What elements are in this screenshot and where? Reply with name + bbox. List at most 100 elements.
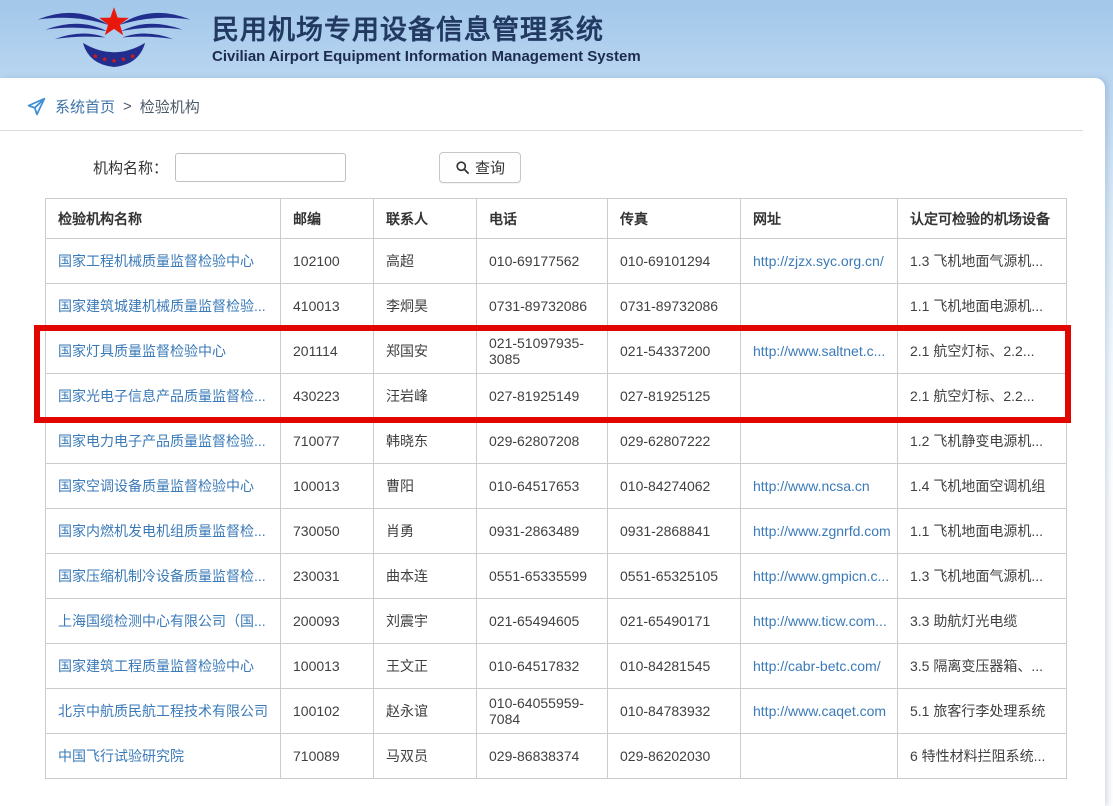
website-link — [741, 419, 898, 464]
fax-cell: 0731-89732086 — [608, 284, 741, 329]
phone-cell: 010-64055959-7084 — [477, 689, 608, 734]
table-row: 国家光电子信息产品质量监督检...430223汪岩峰027-8192514902… — [46, 374, 1067, 419]
agency-name-link-cell: 国家灯具质量监督检验中心 — [46, 329, 281, 374]
agency-name-link[interactable]: 上海国缆检测中心有限公司（国... — [58, 613, 266, 629]
contact-cell: 韩晓东 — [374, 419, 477, 464]
phone-cell: 0931-2863489 — [477, 509, 608, 554]
website-link[interactable]: http://www.ticw.com... — [753, 613, 887, 629]
table-row: 国家建筑工程质量监督检验中心100013王文正010-64517832010-8… — [46, 644, 1067, 689]
equipment-cell: 3.3 助航灯光电缆 — [898, 599, 1067, 644]
contact-cell: 李炯昊 — [374, 284, 477, 329]
agency-name-link-cell: 国家空调设备质量监督检验中心 — [46, 464, 281, 509]
column-header: 检验机构名称 — [46, 199, 281, 239]
query-button-label: 查询 — [475, 157, 505, 178]
agency-name-link[interactable]: 国家电力电子产品质量监督检验... — [58, 433, 266, 449]
table-row: 中国飞行试验研究院710089马双员029-86838374029-862020… — [46, 734, 1067, 779]
search-bar: 机构名称： 查询 — [0, 152, 1105, 183]
contact-cell: 肖勇 — [374, 509, 477, 554]
contact-cell: 郑国安 — [374, 329, 477, 374]
agency-name-link[interactable]: 国家空调设备质量监督检验中心 — [58, 478, 254, 494]
page: ★★★ ★★ 民用机场专用设备信息管理系统 Civilian Airport E… — [0, 0, 1113, 806]
fax-cell: 027-81925125 — [608, 374, 741, 419]
caac-wings-star-logo-icon: ★★★ ★★ — [26, 4, 202, 74]
table-row: 国家压缩机制冷设备质量监督检...230031曲本连0551-653355990… — [46, 554, 1067, 599]
website-link — [741, 284, 898, 329]
agency-name-link[interactable]: 中国飞行试验研究院 — [58, 748, 184, 764]
zip-cell: 100013 — [281, 644, 374, 689]
zip-cell: 230031 — [281, 554, 374, 599]
equipment-cell: 3.5 隔离变压器箱、... — [898, 644, 1067, 689]
agency-name-link[interactable]: 国家压缩机制冷设备质量监督检... — [58, 568, 266, 584]
column-header: 网址 — [741, 199, 898, 239]
website-link[interactable]: http://www.caqet.com — [753, 703, 886, 719]
phone-cell: 010-69177562 — [477, 239, 608, 284]
breadcrumb-current: 检验机构 — [140, 96, 200, 117]
agency-name-link[interactable]: 北京中航质民航工程技术有限公司 — [58, 703, 268, 719]
equipment-cell: 5.1 旅客行李处理系统 — [898, 689, 1067, 734]
table-row: 国家内燃机发电机组质量监督检...730050肖勇0931-2863489093… — [46, 509, 1067, 554]
website-link[interactable]: http://www.saltnet.c... — [753, 343, 885, 359]
agency-name-link[interactable]: 国家灯具质量监督检验中心 — [58, 343, 226, 359]
equipment-cell: 1.1 飞机地面电源机... — [898, 509, 1067, 554]
svg-text:★: ★ — [130, 52, 136, 60]
breadcrumb-divider — [0, 130, 1083, 131]
contact-cell: 马双员 — [374, 734, 477, 779]
zip-cell: 710077 — [281, 419, 374, 464]
equipment-cell: 1.3 飞机地面气源机... — [898, 554, 1067, 599]
website-link-cell: http://www.saltnet.c... — [741, 329, 898, 374]
query-button[interactable]: 查询 — [439, 152, 521, 183]
website-link[interactable]: http://zjzx.syc.org.cn/ — [753, 253, 884, 269]
zip-cell: 100102 — [281, 689, 374, 734]
equipment-cell: 6 特性材料拦阻系统... — [898, 734, 1067, 779]
equipment-cell: 1.2 飞机静变电源机... — [898, 419, 1067, 464]
phone-cell: 010-64517832 — [477, 644, 608, 689]
phone-cell: 029-86838374 — [477, 734, 608, 779]
website-link-cell: http://www.caqet.com — [741, 689, 898, 734]
agency-name-link[interactable]: 国家光电子信息产品质量监督检... — [58, 388, 266, 404]
phone-cell: 0731-89732086 — [477, 284, 608, 329]
website-link-cell: http://zjzx.syc.org.cn/ — [741, 239, 898, 284]
website-link-cell: http://www.zgnrfd.com — [741, 509, 898, 554]
contact-cell: 曹阳 — [374, 464, 477, 509]
column-header: 传真 — [608, 199, 741, 239]
fax-cell: 010-84783932 — [608, 689, 741, 734]
table-header-row: 检验机构名称邮编联系人电话传真网址认定可检验的机场设备 — [46, 199, 1067, 239]
svg-text:★: ★ — [102, 56, 108, 64]
agency-name-link-cell: 北京中航质民航工程技术有限公司 — [46, 689, 281, 734]
equipment-cell: 1.1 飞机地面电源机... — [898, 284, 1067, 329]
website-link[interactable]: http://www.zgnrfd.com — [753, 523, 891, 539]
website-link-cell: http://www.gmpicn.c... — [741, 554, 898, 599]
table-row: 国家空调设备质量监督检验中心100013曹阳010-64517653010-84… — [46, 464, 1067, 509]
table-row: 国家灯具质量监督检验中心201114郑国安021-51097935-308502… — [46, 329, 1067, 374]
zip-cell: 710089 — [281, 734, 374, 779]
equipment-cell: 1.3 飞机地面气源机... — [898, 239, 1067, 284]
agencies-table: 检验机构名称邮编联系人电话传真网址认定可检验的机场设备 国家工程机械质量监督检验… — [45, 198, 1067, 779]
agency-name-link[interactable]: 国家建筑城建机械质量监督检验... — [58, 298, 266, 314]
agency-name-link-cell: 国家建筑工程质量监督检验中心 — [46, 644, 281, 689]
zip-cell: 100013 — [281, 464, 374, 509]
agency-name-link[interactable]: 国家工程机械质量监督检验中心 — [58, 253, 254, 269]
content-panel: 系统首页>检验机构 机构名称： 查询 检验机构名称邮编联系人电话传真网址认定可检… — [0, 78, 1105, 806]
breadcrumb-home-link[interactable]: 系统首页 — [55, 96, 115, 117]
svg-text:★: ★ — [111, 57, 117, 65]
phone-cell: 021-65494605 — [477, 599, 608, 644]
agency-name-link[interactable]: 国家内燃机发电机组质量监督检... — [58, 523, 266, 539]
zip-cell: 730050 — [281, 509, 374, 554]
agency-name-link[interactable]: 国家建筑工程质量监督检验中心 — [58, 658, 254, 674]
zip-cell: 410013 — [281, 284, 374, 329]
website-link[interactable]: http://www.gmpicn.c... — [753, 568, 889, 584]
contact-cell: 高超 — [374, 239, 477, 284]
org-name-input[interactable] — [175, 153, 346, 182]
send-paper-plane-icon — [26, 96, 47, 117]
equipment-cell: 2.1 航空灯标、2.2... — [898, 329, 1067, 374]
website-link[interactable]: http://www.ncsa.cn — [753, 478, 870, 494]
app-title: 民用机场专用设备信息管理系统 — [212, 15, 641, 46]
agency-name-link-cell: 国家压缩机制冷设备质量监督检... — [46, 554, 281, 599]
app-subtitle: Civilian Airport Equipment Information M… — [212, 48, 641, 65]
fax-cell: 010-84281545 — [608, 644, 741, 689]
contact-cell: 赵永谊 — [374, 689, 477, 734]
contact-cell: 汪岩峰 — [374, 374, 477, 419]
website-link-cell: http://www.ncsa.cn — [741, 464, 898, 509]
equipment-cell: 1.4 飞机地面空调机组 — [898, 464, 1067, 509]
website-link[interactable]: http://cabr-betc.com/ — [753, 658, 881, 674]
